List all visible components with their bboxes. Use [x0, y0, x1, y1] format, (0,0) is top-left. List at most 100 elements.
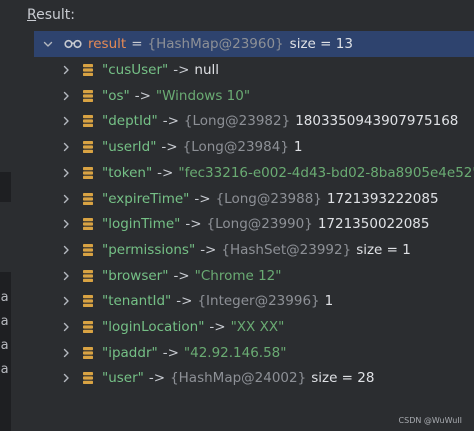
tree-row-field[interactable]: "browser" -> "Chrome 12" — [60, 263, 281, 289]
chevron-right-icon[interactable] — [60, 321, 72, 333]
field-icon — [82, 217, 94, 231]
field-icon — [82, 114, 94, 128]
field-key: "user" — [102, 370, 144, 387]
variables-tree[interactable]: result = {HashMap@23960} size = 13 "cusU… — [34, 31, 474, 401]
gutter-text: la — [0, 290, 9, 305]
field-arrow: -> — [161, 139, 178, 156]
field-reference: {HashMap@24002} — [170, 370, 307, 387]
watermark: CSDN @WuWuII — [398, 416, 462, 425]
field-value: 1803350943907975168 — [295, 113, 459, 130]
field-value: 1 — [324, 293, 334, 310]
field-value: 1721350022085 — [317, 216, 430, 233]
field-value: null — [194, 62, 220, 78]
field-value: 1 — [293, 139, 303, 156]
field-key: "browser" — [102, 267, 169, 284]
gutter-block — [0, 202, 11, 272]
field-arrow: -> — [176, 293, 193, 310]
tree-row-field[interactable]: "cusUser" -> null — [60, 57, 219, 83]
field-key: "permissions" — [102, 241, 196, 258]
chevron-right-icon[interactable] — [60, 270, 72, 282]
field-arrow: -> — [194, 190, 211, 207]
field-key: "loginLocation" — [102, 319, 205, 335]
chevron-right-icon[interactable] — [60, 115, 72, 127]
result-label-mnemonic: R — [27, 7, 37, 23]
field-key: "tenantId" — [102, 293, 172, 310]
field-arrow: -> — [157, 164, 174, 181]
chevron-right-icon[interactable] — [60, 372, 72, 384]
gutter-text: la — [0, 362, 9, 377]
result-label-text: esult: — [36, 7, 75, 23]
field-value: size = 28 — [311, 370, 375, 387]
tree-row-field[interactable]: "permissions" -> {HashSet@23992} size = 1 — [60, 237, 411, 263]
tree-row-field[interactable]: "tenantId" -> {Integer@23996} 1 — [60, 288, 333, 314]
tree-row-field[interactable]: "userId" -> {Long@23984} 1 — [60, 134, 303, 160]
field-icon — [82, 346, 94, 360]
field-key: "loginTime" — [102, 216, 181, 233]
chevron-down-icon[interactable] — [42, 38, 54, 50]
root-operator: = — [131, 36, 143, 52]
field-reference: {Integer@23996} — [197, 293, 320, 310]
tree-row-field[interactable]: "os" -> "Windows 10" — [60, 83, 250, 109]
field-arrow: -> — [134, 87, 151, 104]
field-key: "ipaddr" — [102, 344, 158, 361]
chevron-right-icon[interactable] — [60, 64, 72, 76]
field-arrow: -> — [173, 62, 190, 78]
watch-glasses-icon — [64, 38, 82, 50]
field-icon — [82, 140, 94, 154]
field-key: "token" — [102, 164, 153, 181]
tree-row-field[interactable]: "deptId" -> {Long@23982} 180335094390797516… — [60, 108, 458, 134]
field-icon — [82, 269, 94, 283]
field-key: "deptId" — [102, 113, 158, 130]
root-reference: {HashMap@23960} — [147, 36, 284, 52]
tree-row-field[interactable]: "expireTime" -> {Long@23988} 1721393222085 — [60, 186, 439, 212]
field-value: "Windows 10" — [155, 87, 251, 104]
tree-row-field[interactable]: "token" -> "fec33216-e002-4d43-bd02-8ba890… — [60, 160, 474, 186]
field-arrow: -> — [162, 344, 179, 361]
field-reference: {HashSet@23992} — [221, 241, 352, 258]
result-label: Result: — [27, 6, 75, 24]
field-icon — [82, 89, 94, 103]
tree-row-result[interactable]: result = {HashMap@23960} size = 13 — [34, 31, 474, 57]
field-value: size = 1 — [356, 241, 411, 258]
field-arrow: -> — [209, 319, 226, 335]
field-icon — [82, 166, 94, 180]
field-value: "42.92.146.58" — [183, 344, 287, 361]
field-value: 1721393222085 — [326, 190, 439, 207]
tree-row-field[interactable]: "user" -> {HashMap@24002} size = 28 — [60, 365, 374, 391]
field-icon — [82, 63, 94, 77]
field-icon — [82, 192, 94, 206]
field-reference: {Long@23990} — [206, 216, 313, 233]
field-arrow: -> — [200, 241, 217, 258]
tree-row-field[interactable]: "ipaddr" -> "42.92.146.58" — [60, 340, 287, 366]
left-gutter: la la la la — [0, 0, 11, 431]
chevron-right-icon[interactable] — [60, 218, 72, 230]
field-value: "XX XX" — [230, 319, 285, 335]
chevron-right-icon[interactable] — [60, 347, 72, 359]
field-key: "userId" — [102, 139, 157, 156]
field-value: "fec33216-e002-4d43-bd02-8ba8905e4e52" — [178, 164, 474, 181]
gutter-text: la — [0, 338, 9, 353]
field-key: "os" — [102, 87, 130, 104]
field-icon — [82, 371, 94, 385]
chevron-right-icon[interactable] — [60, 193, 72, 205]
field-key: "cusUser" — [102, 62, 169, 78]
chevron-right-icon[interactable] — [60, 90, 72, 102]
field-reference: {Long@23982} — [183, 113, 291, 130]
chevron-right-icon[interactable] — [60, 141, 72, 153]
field-icon — [82, 320, 94, 334]
field-icon — [82, 243, 94, 257]
field-value: "Chrome 12" — [194, 267, 282, 284]
field-arrow: -> — [185, 216, 202, 233]
tree-row-field[interactable]: "loginTime" -> {Long@23990} 1721350022085 — [60, 211, 430, 237]
root-variable-name: result — [88, 36, 127, 52]
chevron-right-icon[interactable] — [60, 244, 72, 256]
chevron-right-icon[interactable] — [60, 295, 72, 307]
tree-row-field[interactable]: "loginLocation" -> "XX XX" — [60, 314, 284, 340]
gutter-text: la — [0, 314, 9, 329]
field-arrow: -> — [173, 267, 190, 284]
field-reference: {Long@23984} — [182, 139, 289, 156]
field-icon — [82, 294, 94, 308]
field-key: "expireTime" — [102, 190, 190, 207]
chevron-right-icon[interactable] — [60, 167, 72, 179]
root-summary: size = 13 — [289, 36, 353, 52]
